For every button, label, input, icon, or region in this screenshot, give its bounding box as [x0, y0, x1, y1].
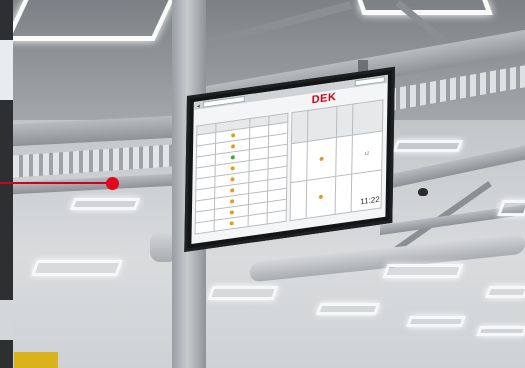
- column-header: [352, 99, 383, 136]
- status-dot-icon: [230, 154, 235, 160]
- horizontal-beam: [13, 173, 173, 195]
- ceiling-light-panel: [207, 286, 279, 300]
- security-camera: [418, 188, 428, 196]
- status-dot-icon: [230, 143, 235, 149]
- yellow-equipment: [14, 352, 58, 368]
- ceiling-light-panel: [476, 326, 525, 336]
- table-cell: [290, 141, 308, 183]
- table-cell: [248, 212, 268, 227]
- ceiling-light-panel: [69, 198, 141, 210]
- warehouse-scene: ◀ DEK 12 11:22: [0, 0, 525, 368]
- left-edge-light: [0, 40, 13, 100]
- column-header: [336, 104, 353, 138]
- ceiling-light-panel: [405, 316, 467, 327]
- table-cell: 12: [351, 131, 383, 174]
- status-table-left: [194, 112, 289, 235]
- status-dot-icon: [229, 209, 234, 215]
- table-cell: [195, 220, 215, 235]
- status-cell: [306, 176, 336, 219]
- monitor-screen: ◀ DEK 12 11:22: [191, 74, 388, 245]
- table-cell: [350, 169, 382, 213]
- hanging-monitor: ◀ DEK 12 11:22: [184, 66, 395, 252]
- ceiling-light-top-right: [357, 0, 493, 15]
- status-dot-icon: [229, 220, 234, 226]
- status-dot-icon: [230, 165, 235, 171]
- red-annotation-dot: [106, 177, 119, 190]
- ceiling-light-panel: [31, 260, 123, 276]
- status-dot-icon: [230, 132, 235, 138]
- column-header: [291, 110, 308, 145]
- truss: [13, 144, 173, 178]
- red-annotation-line: [0, 182, 113, 184]
- ceiling-light-panel: [315, 303, 381, 315]
- table-cell: [334, 173, 352, 215]
- left-edge-light: [0, 300, 13, 340]
- ceiling-light-panel: [497, 200, 525, 216]
- back-icon: ◀: [196, 102, 200, 109]
- table-cell: [290, 180, 307, 221]
- status-dot-icon: [229, 176, 234, 182]
- dek-logo: DEK: [311, 90, 337, 107]
- column-header: [307, 106, 337, 142]
- status-cell: [306, 137, 337, 181]
- ceiling-light-large: [4, 0, 174, 41]
- table-cell: [335, 135, 353, 177]
- ceiling-light-panel: [484, 286, 525, 298]
- ceiling-light-panel: [382, 264, 464, 278]
- status-dot-icon: [319, 156, 324, 161]
- horizontal-beam: [390, 145, 525, 189]
- status-dot-icon: [318, 194, 323, 200]
- status-dot-icon: [229, 187, 234, 193]
- horizontal-beam: [13, 115, 173, 147]
- ceiling-light-panel: [392, 140, 464, 152]
- status-dot-icon: [229, 198, 234, 204]
- table-cell: [267, 210, 287, 224]
- left-edge-panel: [0, 0, 13, 368]
